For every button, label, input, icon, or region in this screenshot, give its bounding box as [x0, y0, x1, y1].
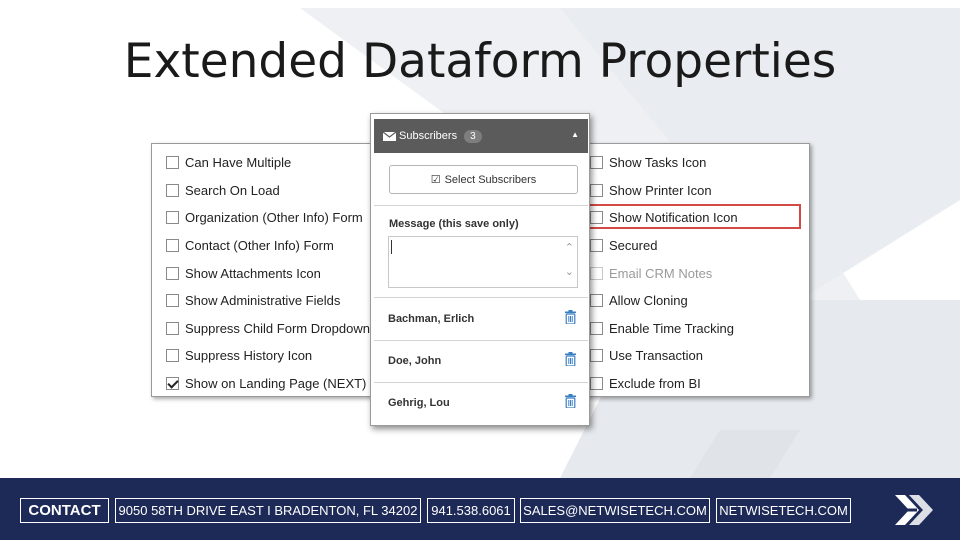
- collapse-caret-icon[interactable]: ▲: [571, 130, 579, 139]
- option-show-attachments-icon[interactable]: Show Attachments Icon: [166, 263, 372, 283]
- envelope-icon: [383, 131, 396, 141]
- highlight-annotation: [588, 204, 801, 229]
- option-label: Show Attachments Icon: [185, 265, 321, 281]
- option-can-have-multiple[interactable]: Can Have Multiple: [166, 152, 372, 172]
- checkbox[interactable]: [166, 376, 179, 390]
- subscriber-row: Doe, John: [374, 340, 588, 382]
- checkbox[interactable]: [166, 293, 179, 307]
- subscriber-count-badge: 3: [464, 129, 482, 143]
- subscriber-name: Bachman, Erlich: [388, 313, 475, 325]
- option-email-crm-notes: Email CRM Notes: [590, 263, 800, 283]
- option-label: Search On Load: [185, 182, 280, 198]
- option-label: Suppress Child Form Dropdown: [185, 320, 370, 336]
- option-label: Secured: [609, 237, 658, 253]
- trash-icon[interactable]: [565, 394, 576, 408]
- option-label: Allow Cloning: [609, 292, 688, 308]
- subscriber-row: Gehrig, Lou: [374, 382, 588, 424]
- scroll-down-icon[interactable]: ⌄: [565, 265, 574, 278]
- select-subscribers-button[interactable]: ☑ Select Subscribers: [389, 165, 578, 194]
- option-label: Email CRM Notes: [609, 265, 713, 281]
- option-suppress-history-icon[interactable]: Suppress History Icon: [166, 345, 372, 365]
- checkbox[interactable]: [590, 376, 603, 390]
- option-show-printer-icon[interactable]: Show Printer Icon: [590, 180, 800, 200]
- checkbox[interactable]: [166, 155, 179, 169]
- option-label: Contact (Other Info) Form: [185, 237, 334, 253]
- checkbox[interactable]: [166, 210, 179, 224]
- option-allow-cloning[interactable]: Allow Cloning: [590, 290, 800, 310]
- checkbox[interactable]: [166, 321, 179, 335]
- message-textarea[interactable]: ⌃ ⌄: [388, 236, 578, 288]
- option-label: Show on Landing Page (NEXT): [185, 375, 367, 391]
- option-organization-form[interactable]: Organization (Other Info) Form: [166, 207, 372, 227]
- message-label: Message (this save only): [389, 218, 519, 230]
- option-label: Suppress History Icon: [185, 347, 313, 363]
- option-show-administrative-fields[interactable]: Show Administrative Fields: [166, 290, 372, 310]
- footer-email[interactable]: SALES@NETWISETECH.COM: [520, 498, 710, 523]
- checkbox[interactable]: [590, 348, 603, 362]
- subscriber-row: Bachman, Erlich: [374, 298, 588, 340]
- footer-contact-label: CONTACT: [20, 498, 109, 523]
- option-label: Show Tasks Icon: [609, 154, 707, 170]
- option-show-on-landing-page[interactable]: Show on Landing Page (NEXT): [166, 373, 372, 393]
- option-show-tasks-icon[interactable]: Show Tasks Icon: [590, 152, 800, 172]
- subscribers-header-label: Subscribers: [399, 130, 458, 142]
- option-suppress-child-form-dropdown[interactable]: Suppress Child Form Dropdown: [166, 318, 372, 338]
- option-use-transaction[interactable]: Use Transaction: [590, 345, 800, 365]
- divider: [374, 205, 588, 206]
- footer-phone[interactable]: 941.538.6061: [427, 498, 515, 523]
- option-label: Can Have Multiple: [185, 154, 292, 170]
- logo-chevrons-icon: [895, 495, 933, 525]
- option-label: Show Administrative Fields: [185, 292, 341, 308]
- option-exclude-from-bi[interactable]: Exclude from BI: [590, 373, 800, 393]
- checkbox[interactable]: [166, 348, 179, 362]
- checkbox[interactable]: [590, 293, 603, 307]
- subscribers-popup: Subscribers 3 ▲ ☑ Select Subscribers Mes…: [370, 113, 590, 426]
- checkbox-icon: ☑: [430, 174, 441, 186]
- text-cursor: [391, 240, 392, 254]
- option-secured[interactable]: Secured: [590, 235, 800, 255]
- select-subscribers-label: Select Subscribers: [444, 173, 537, 186]
- scroll-up-icon[interactable]: ⌃: [565, 241, 574, 254]
- footer-website[interactable]: NETWISETECH.COM: [716, 498, 851, 523]
- checkbox[interactable]: [590, 155, 603, 169]
- page-title: Extended Dataform Properties: [123, 34, 837, 89]
- checkbox[interactable]: [166, 183, 179, 197]
- footer-address: 9050 58TH DRIVE EAST I BRADENTON, FL 342…: [115, 498, 421, 523]
- option-label: Use Transaction: [609, 347, 703, 363]
- option-label: Enable Time Tracking: [609, 320, 735, 336]
- subscriber-name: Doe, John: [388, 355, 442, 367]
- subscriber-name: Gehrig, Lou: [388, 397, 450, 409]
- checkbox[interactable]: [590, 183, 603, 197]
- checkbox[interactable]: [166, 238, 179, 252]
- option-enable-time-tracking[interactable]: Enable Time Tracking: [590, 318, 800, 338]
- trash-icon[interactable]: [565, 352, 576, 366]
- checkbox[interactable]: [590, 238, 603, 252]
- option-contact-form[interactable]: Contact (Other Info) Form: [166, 235, 372, 255]
- checkbox[interactable]: [166, 266, 179, 280]
- option-label: Organization (Other Info) Form: [185, 209, 363, 225]
- checkbox[interactable]: [590, 321, 603, 335]
- trash-icon[interactable]: [565, 310, 576, 324]
- option-label: Exclude from BI: [609, 375, 701, 391]
- option-label: Show Printer Icon: [609, 182, 712, 198]
- checkbox: [590, 266, 603, 280]
- subscribers-header[interactable]: Subscribers 3 ▲: [374, 119, 588, 153]
- option-search-on-load[interactable]: Search On Load: [166, 180, 372, 200]
